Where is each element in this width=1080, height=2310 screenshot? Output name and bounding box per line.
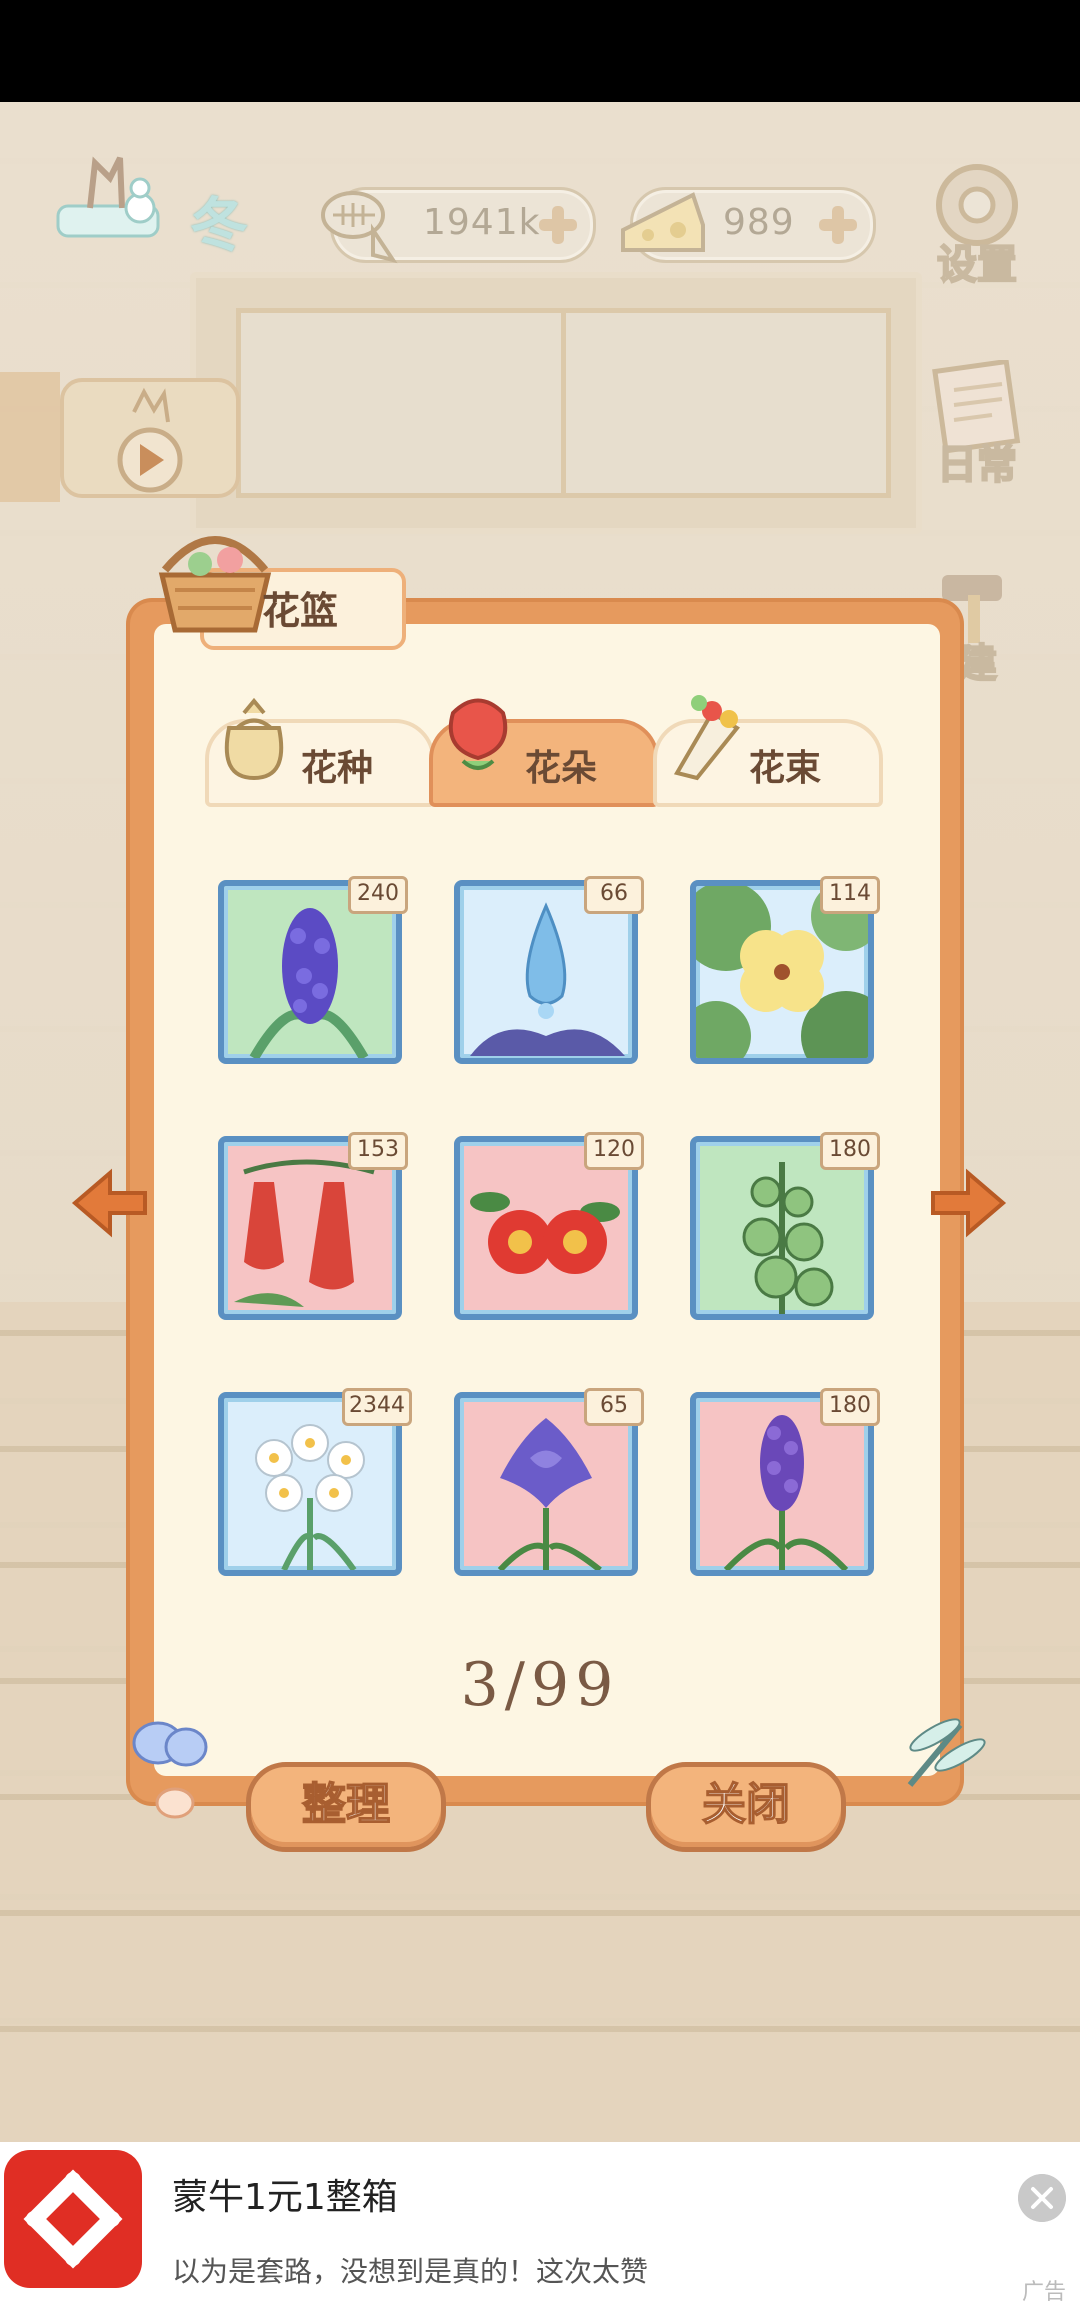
butterfly-icon xyxy=(132,1721,208,1819)
count-badge: 240 xyxy=(348,876,408,914)
close-button[interactable]: 关闭 xyxy=(646,1762,846,1852)
fish-bone-icon xyxy=(321,191,398,264)
count-badge: 120 xyxy=(584,1132,644,1170)
sort-button[interactable]: 整理 xyxy=(246,1762,446,1852)
video-play-button[interactable] xyxy=(60,378,240,498)
count-badge: 180 xyxy=(820,1388,880,1426)
dialog-title: 花篮 xyxy=(262,589,339,633)
add-cheese-icon[interactable] xyxy=(813,200,863,250)
season-label: 冬 xyxy=(190,191,249,259)
settings-button[interactable]: 设置 xyxy=(922,160,1032,290)
count-badge: 2344 xyxy=(342,1388,412,1426)
count-badge: 66 xyxy=(584,876,644,914)
category-tabs: 花种 花朵 花束 xyxy=(205,695,883,807)
daily-label: 日常 xyxy=(936,440,1018,489)
status-bar xyxy=(0,0,1080,102)
tab-flowers[interactable]: 花朵 xyxy=(429,698,659,807)
ad-description: 以为是套路，没想到是真的！这次太赞 xyxy=(172,2255,649,2288)
tab-seeds-label: 花种 xyxy=(301,748,374,789)
shelf-cabinet-left xyxy=(236,308,566,498)
ad-close-icon[interactable] xyxy=(1018,2174,1066,2222)
settings-label: 设置 xyxy=(936,240,1018,289)
cheese-icon xyxy=(621,192,705,252)
cheese-currency: 989 xyxy=(621,187,876,263)
add-fish-icon[interactable] xyxy=(533,200,583,250)
prev-page-arrow-icon[interactable] xyxy=(70,1168,150,1238)
winter-tree-icon xyxy=(56,156,160,238)
rose-icon xyxy=(448,698,508,770)
ad-title: 蒙牛1元1整箱 xyxy=(172,2177,398,2218)
side-panel-edge xyxy=(0,372,60,502)
basket-icon xyxy=(158,536,272,633)
ad-tag: 广告 xyxy=(1021,2280,1066,2305)
ad-banner[interactable]: 蒙牛1元1整箱 以为是套路，没想到是真的！这次太赞 广告 xyxy=(0,2142,1080,2310)
fish-currency-value: 1941k xyxy=(423,202,541,243)
tab-bouquets-label: 花束 xyxy=(749,748,822,789)
tab-flowers-label: 花朵 xyxy=(525,748,598,789)
dragonfly-icon xyxy=(907,1718,986,1787)
ad-app-logo[interactable] xyxy=(4,2150,142,2288)
count-badge: 65 xyxy=(584,1388,644,1426)
count-badge: 153 xyxy=(348,1132,408,1170)
tab-bouquets[interactable]: 花束 xyxy=(653,695,883,807)
cheese-currency-value: 989 xyxy=(723,202,795,243)
tab-seeds[interactable]: 花种 xyxy=(205,697,435,807)
daily-button[interactable]: 日常 xyxy=(922,358,1032,490)
season-indicator[interactable]: 冬 xyxy=(40,138,270,259)
page-indicator: 3/99 xyxy=(460,1650,620,1720)
next-page-arrow-icon[interactable] xyxy=(928,1168,1008,1238)
shopping-app-icon xyxy=(23,2169,123,2269)
count-badge: 180 xyxy=(820,1132,880,1170)
shelf-cabinet-right xyxy=(561,308,891,498)
room-shelf xyxy=(190,272,922,534)
count-badge: 114 xyxy=(820,876,880,914)
seed-bag-icon xyxy=(224,697,284,781)
play-icon xyxy=(117,387,183,493)
fish-currency: 1941k xyxy=(321,187,596,264)
bouquet-icon xyxy=(673,695,740,781)
